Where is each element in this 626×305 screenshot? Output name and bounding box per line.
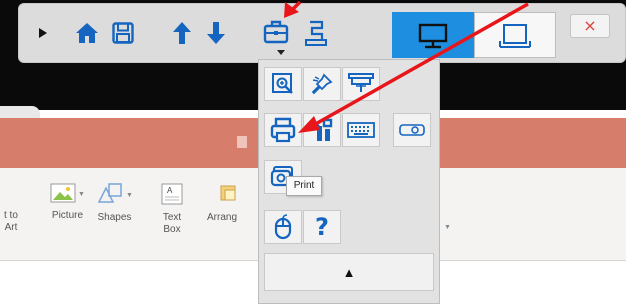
help-button[interactable]: ? — [303, 210, 341, 244]
window-icon — [499, 24, 531, 48]
print-icon — [270, 117, 296, 143]
save-button[interactable] — [109, 18, 137, 48]
arrange-icon — [207, 182, 237, 210]
help-icon: ? — [315, 213, 329, 241]
toolbox-button[interactable] — [262, 16, 290, 46]
toolbox-caret-icon — [277, 50, 285, 55]
play-icon — [39, 28, 47, 38]
picture-icon — [50, 182, 76, 208]
textbox-icon: A — [160, 182, 184, 210]
ribbon-overflow-caret[interactable]: ▼ — [444, 224, 451, 231]
projector-screen-icon — [348, 73, 374, 92]
shapes-icon — [96, 182, 124, 210]
settings-tools-icon — [309, 117, 333, 141]
arrow-down-icon — [207, 22, 225, 44]
collapse-panel-button[interactable]: ▲ — [264, 253, 434, 291]
close-icon: × — [583, 16, 597, 35]
arrow-up-icon — [173, 22, 191, 44]
document-icon — [237, 136, 247, 148]
ribbon-shapes-button[interactable]: ▼ Shapes — [96, 182, 133, 224]
ribbon-textbox-button[interactable]: A Text Box — [160, 182, 184, 236]
mouse-icon — [274, 214, 292, 240]
ribbon-arrange-button[interactable]: Arrang — [207, 182, 237, 224]
svg-text:A: A — [167, 186, 173, 195]
paste-icon — [305, 20, 327, 46]
home-button[interactable] — [73, 18, 101, 48]
close-button[interactable]: × — [570, 14, 610, 38]
move-up-button[interactable] — [169, 18, 195, 48]
zoom-in-icon — [272, 73, 293, 94]
print-button[interactable] — [264, 113, 302, 147]
floating-toolbar: × — [18, 3, 626, 63]
save-icon — [112, 22, 134, 44]
toolbox-icon — [263, 20, 289, 44]
pin-icon — [311, 73, 333, 95]
keyboard-icon — [347, 122, 375, 138]
pin-button[interactable] — [303, 67, 341, 101]
document-tab[interactable] — [0, 106, 40, 118]
move-down-button[interactable] — [203, 18, 229, 48]
keyboard-button[interactable] — [342, 113, 380, 147]
mouse-button[interactable] — [264, 210, 302, 244]
window-mode-button[interactable] — [474, 12, 556, 58]
collapse-arrow-icon: ▲ — [342, 264, 356, 280]
ribbon-smartart-button[interactable]: t to Art — [4, 182, 18, 234]
print-tooltip: Print — [286, 176, 322, 196]
magnifier-button[interactable] — [264, 67, 302, 101]
settings-tools-button[interactable] — [303, 113, 341, 147]
desktop-icon — [418, 23, 448, 49]
paste-button[interactable] — [302, 18, 330, 48]
ribbon-picture-button[interactable]: ▼ Picture — [50, 182, 85, 222]
desktop-mode-button[interactable] — [392, 12, 474, 58]
play-button[interactable] — [35, 18, 51, 48]
projector-icon — [399, 124, 425, 136]
projector-screen-button[interactable] — [342, 67, 380, 101]
home-icon — [76, 23, 98, 43]
projector-button[interactable] — [393, 113, 431, 147]
